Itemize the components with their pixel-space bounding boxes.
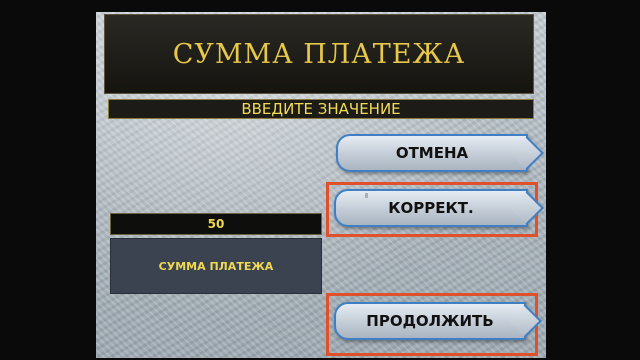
- amount-label-panel: СУММА ПЛАТЕЖА: [110, 238, 322, 294]
- amount-value-field: 50: [110, 213, 322, 235]
- title-bar: СУММА ПЛАТЕЖА: [104, 14, 534, 94]
- atm-screen: СУММА ПЛАТЕЖА ВВЕДИТЕ ЗНАЧЕНИЕ ОТМЕНА КО…: [96, 12, 546, 358]
- instruction-bar: ВВЕДИТЕ ЗНАЧЕНИЕ: [108, 99, 534, 119]
- instruction-text: ВВЕДИТЕ ЗНАЧЕНИЕ: [241, 100, 401, 118]
- correct-button-label: КОРРЕКТ.: [388, 199, 474, 217]
- amount-value: 50: [207, 217, 225, 231]
- continue-button-label: ПРОДОЛЖИТЬ: [366, 312, 494, 330]
- correct-button[interactable]: КОРРЕКТ.: [334, 189, 528, 227]
- continue-button[interactable]: ПРОДОЛЖИТЬ: [334, 302, 526, 340]
- cancel-button-label: ОТМЕНА: [395, 144, 469, 162]
- mouse-cursor-icon: [365, 193, 368, 198]
- amount-label: СУММА ПЛАТЕЖА: [158, 259, 274, 273]
- cancel-button[interactable]: ОТМЕНА: [336, 134, 528, 172]
- page-title: СУММА ПЛАТЕЖА: [172, 38, 466, 70]
